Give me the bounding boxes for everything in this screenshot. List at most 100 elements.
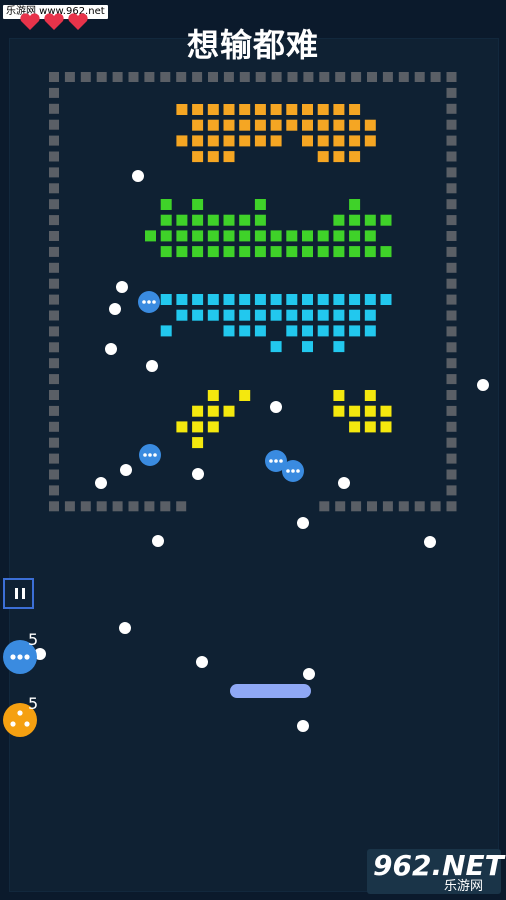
- green-brick: [176, 214, 188, 226]
- wall-block: [430, 72, 441, 82]
- multiball-dot: [147, 300, 151, 304]
- cyan-brick: [270, 294, 282, 305]
- wall-block: [446, 72, 457, 82]
- wall-block: [335, 72, 346, 82]
- orange-brick: [254, 135, 266, 147]
- cyan-brick: [317, 294, 329, 305]
- orange-brick: [349, 104, 361, 115]
- multiball-dot: [148, 453, 152, 457]
- wall-block: [446, 374, 457, 385]
- orange-brick: [302, 135, 313, 147]
- orange-brick: [349, 135, 361, 147]
- wall-block: [446, 485, 457, 496]
- wall-block: [255, 72, 266, 82]
- wall-block: [49, 501, 59, 512]
- wall-block: [446, 390, 457, 400]
- green-brick: [364, 214, 376, 226]
- green-brick: [160, 214, 172, 226]
- multiball-dot: [153, 453, 157, 457]
- logo-text: 962.NET: [373, 849, 504, 882]
- wall-block: [446, 405, 457, 416]
- green-brick: [192, 199, 204, 210]
- orange-brick: [317, 135, 329, 147]
- wall-block: [49, 72, 59, 82]
- wall-block: [446, 310, 457, 321]
- green-brick: [286, 230, 298, 242]
- green-brick: [192, 230, 204, 242]
- orange-brick: [317, 151, 329, 163]
- cyan-brick: [286, 325, 298, 337]
- yellow-brick: [349, 405, 361, 417]
- multiball-dot: [274, 459, 278, 463]
- pause-button[interactable]: [3, 578, 34, 609]
- wall-block: [160, 501, 171, 512]
- orange-brick: [192, 135, 204, 147]
- orange-brick: [239, 104, 251, 115]
- cyan-brick: [239, 309, 251, 321]
- ball: [105, 343, 117, 355]
- orange-brick: [302, 104, 313, 115]
- wall-block: [446, 469, 457, 480]
- cyan-brick: [176, 309, 188, 321]
- wall-block: [49, 215, 59, 226]
- wall-block: [446, 87, 457, 98]
- wall-block: [271, 72, 282, 82]
- wall-block: [176, 501, 187, 512]
- yellow-brick: [380, 405, 392, 417]
- wall-block: [319, 72, 330, 82]
- orange-brick: [317, 119, 329, 131]
- wall-block: [49, 405, 59, 416]
- cyan-brick: [192, 309, 204, 321]
- multiball-dot: [142, 300, 146, 304]
- wall-block: [335, 501, 346, 512]
- ball: [152, 535, 164, 547]
- ball: [297, 517, 309, 529]
- wall-block: [49, 135, 59, 146]
- multiball-count: 5: [28, 630, 39, 649]
- logo-subtext: 乐游网: [444, 879, 484, 894]
- ball: [146, 360, 158, 372]
- wall-block: [414, 72, 425, 82]
- wall-block: [49, 167, 59, 178]
- multiball-dot: [152, 300, 156, 304]
- cyan-brick: [160, 294, 172, 305]
- ball: [120, 464, 132, 476]
- cyan-brick: [333, 325, 345, 337]
- wall-block: [446, 167, 457, 178]
- ball: [297, 720, 309, 732]
- wall-block: [367, 501, 377, 512]
- yellow-brick: [349, 421, 361, 433]
- cyan-brick: [270, 309, 282, 321]
- ball: [119, 622, 131, 634]
- multiball-dot: [143, 453, 147, 457]
- cyan-brick: [223, 309, 235, 321]
- multiball-dot: [296, 469, 300, 473]
- orange-brick: [254, 104, 266, 115]
- wall-block: [446, 119, 457, 130]
- green-brick: [239, 246, 251, 258]
- site-logo: 962.NET 乐游网: [367, 849, 504, 894]
- cyan-brick: [286, 309, 298, 321]
- wall-block: [64, 501, 75, 512]
- wall-block: [446, 183, 457, 194]
- orange-brick: [223, 151, 235, 163]
- ball: [95, 477, 107, 489]
- wall-block: [49, 469, 59, 480]
- cyan-brick: [254, 325, 266, 337]
- cyan-brick: [317, 309, 329, 321]
- cyan-brick: [380, 294, 392, 305]
- cyan-brick: [364, 309, 376, 321]
- wall-block: [49, 262, 59, 273]
- wall-block: [446, 358, 457, 369]
- wall-block: [49, 342, 59, 353]
- green-brick: [239, 214, 251, 226]
- ball: [303, 668, 315, 680]
- wall-block: [80, 72, 91, 82]
- wall-block: [446, 437, 457, 448]
- pause-icon: [22, 588, 25, 599]
- game-board[interactable]: [0, 0, 506, 900]
- orange-brick: [270, 119, 282, 131]
- wall-block: [144, 501, 155, 512]
- yellow-brick: [333, 405, 345, 417]
- green-brick: [254, 230, 266, 242]
